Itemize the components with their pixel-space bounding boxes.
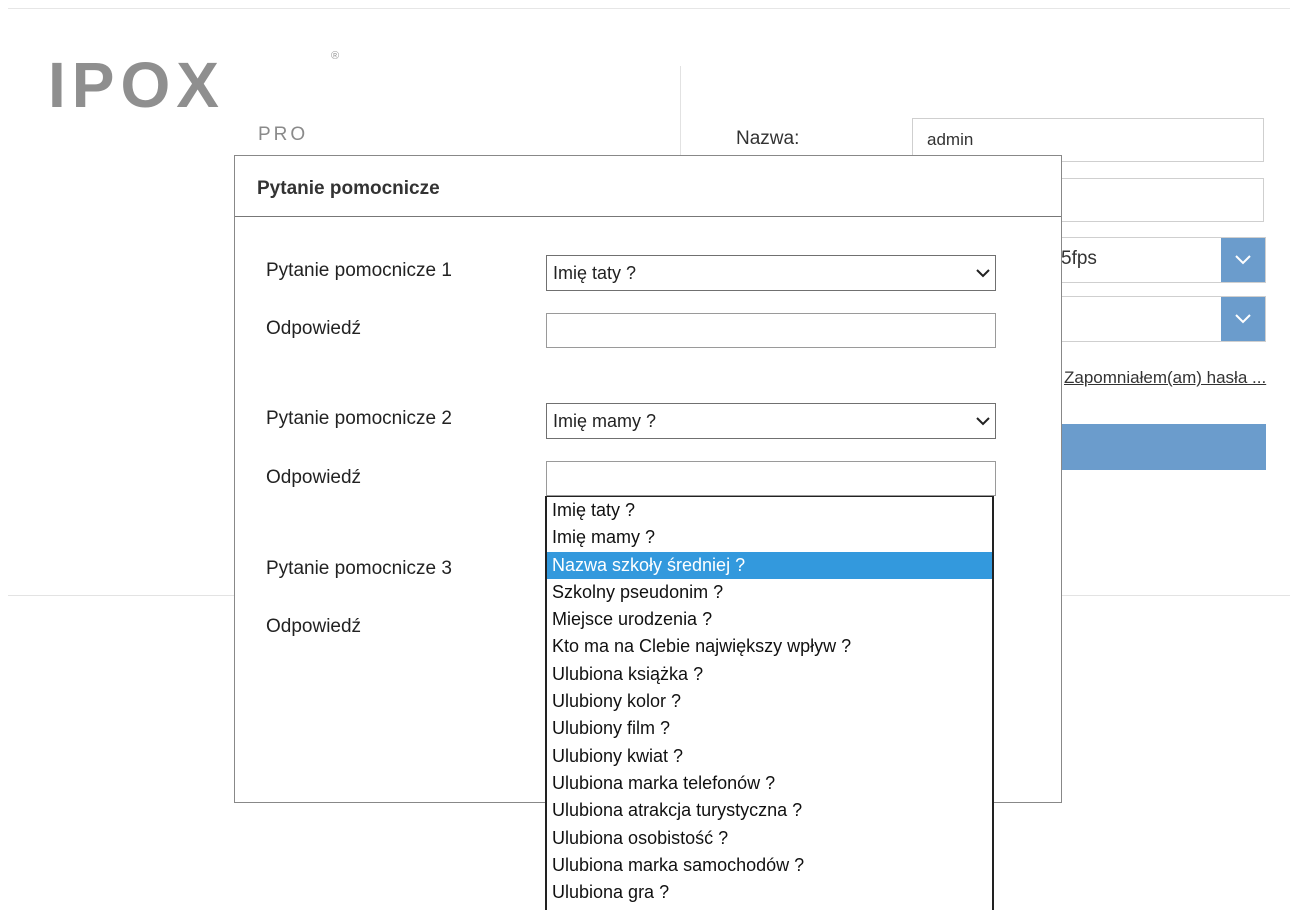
logo-subtitle: PRO — [258, 124, 309, 145]
chevron-down-icon — [976, 269, 990, 278]
answer1-label: Odpowiedź — [266, 318, 362, 339]
chevron-down-icon[interactable] — [1221, 238, 1265, 282]
question1-value: Imię taty ? — [553, 263, 637, 283]
ipox-logo: IPOX ® PRO — [48, 50, 348, 150]
login-button[interactable] — [1040, 424, 1266, 470]
dropdown-option[interactable]: Ulubiony kolor ? — [547, 688, 992, 715]
question3-label: Pytanie pomocnicze 3 — [266, 558, 452, 579]
dropdown-option[interactable]: Ulubiona atrakcja turystyczna ? — [547, 797, 992, 824]
question2-label: Pytanie pomocnicze 2 — [266, 408, 452, 429]
question2-value: Imię mamy ? — [553, 411, 657, 431]
stream-select-value: 5fps — [1061, 248, 1097, 269]
dropdown-option[interactable]: Ulubiona osobistość ? — [547, 825, 992, 852]
question2-select[interactable]: Imię mamy ? — [546, 403, 996, 439]
dropdown-option[interactable]: Ulubiona marka telefonów ? — [547, 770, 992, 797]
question1-label: Pytanie pomocnicze 1 — [266, 260, 452, 281]
dropdown-option[interactable]: Ulubiony kwiat ? — [547, 743, 992, 770]
answer2-label: Odpowiedź — [266, 467, 362, 488]
chevron-down-icon — [976, 417, 990, 426]
chevron-down-icon[interactable] — [1221, 297, 1265, 341]
dropdown-option[interactable]: Kto ma na Clebie największy wpływ ? — [547, 633, 992, 660]
logo-registered-mark: ® — [331, 50, 340, 62]
username-label: Nazwa: — [736, 128, 800, 149]
question-options-dropdown[interactable]: Imię taty ? Imię mamy ? Nazwa szkoły śre… — [545, 496, 994, 910]
dropdown-option[interactable]: Ulubiona książka ? — [547, 661, 992, 688]
dialog-title: Pytanie pomocnicze — [235, 156, 1061, 217]
dropdown-option-highlighted[interactable]: Nazwa szkoły średniej ? — [547, 551, 992, 579]
answer2-input[interactable] — [546, 461, 996, 496]
dropdown-option[interactable]: Ulubiona marka samochodów ? — [547, 852, 992, 879]
logo-text: IPOX — [48, 49, 225, 121]
stream-select[interactable]: 5fps — [1040, 237, 1266, 283]
answer1-input[interactable] — [546, 313, 996, 348]
dropdown-option[interactable]: Imię mamy ? — [547, 524, 992, 551]
forgot-password-link[interactable]: Zapomniałem(am) hasła ... — [1064, 368, 1268, 388]
login-divider — [680, 66, 681, 156]
question1-select[interactable]: Imię taty ? — [546, 255, 996, 291]
answer3-label: Odpowiedź — [266, 616, 362, 637]
language-select[interactable] — [1040, 296, 1266, 342]
dropdown-option[interactable]: Ulubiony film ? — [547, 715, 992, 742]
dropdown-option[interactable]: Imię taty ? — [547, 497, 992, 524]
dropdown-option[interactable]: Miejsce urodzenia ? — [547, 606, 992, 633]
dropdown-option[interactable]: Szkolny pseudonim ? — [547, 579, 992, 606]
dropdown-option[interactable]: Ulubiona gra ? — [547, 879, 992, 906]
